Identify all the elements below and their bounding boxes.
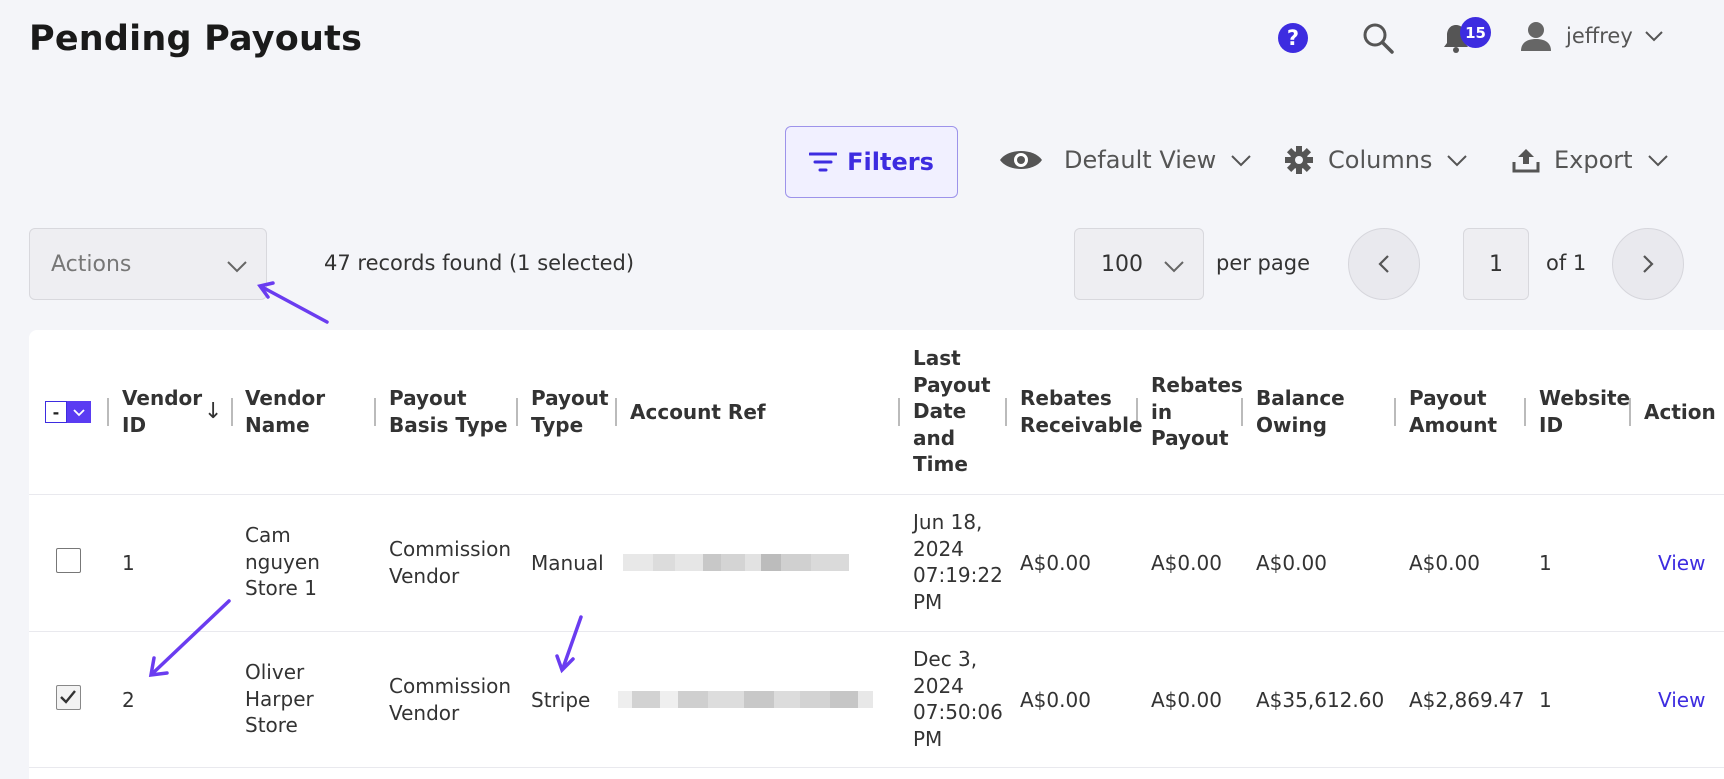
chevron-right-icon — [1643, 255, 1654, 273]
column-header-payout-type[interactable]: Payout Type — [531, 385, 609, 438]
column-header-rebates-in-payout[interactable]: Rebates in Payout — [1151, 372, 1243, 452]
column-header-action: Action — [1644, 400, 1716, 424]
chevron-down-icon — [1647, 155, 1668, 167]
balance-owing-cell: A$35,612.60 — [1256, 688, 1385, 712]
notification-badge: 15 — [1460, 17, 1491, 48]
chevron-down-icon — [73, 408, 85, 416]
rebates-receivable-cell: A$0.00 — [1020, 688, 1091, 712]
column-header-account-ref[interactable]: Account Ref — [630, 399, 766, 426]
columns-dropdown[interactable]: Columns — [1284, 138, 1468, 182]
column-separator — [231, 398, 233, 426]
last-payout-cell: Jun 18, 2024 07:19:22 PM — [913, 510, 1003, 614]
select-all-dropdown[interactable] — [67, 401, 91, 423]
chevron-down-icon — [1447, 155, 1468, 167]
gear-icon — [1285, 146, 1313, 174]
payout-type-cell: Manual — [531, 551, 604, 575]
column-separator — [1394, 398, 1396, 426]
column-header-payout-amount[interactable]: Payout Amount — [1409, 385, 1497, 438]
bulk-actions-placeholder: Actions — [51, 251, 132, 277]
default-view-dropdown[interactable]: Default View — [998, 138, 1252, 182]
row-checkbox[interactable] — [56, 548, 81, 573]
export-label: Export — [1554, 146, 1633, 174]
column-separator — [898, 398, 900, 426]
filters-label: Filters — [847, 148, 934, 176]
sort-descending-icon[interactable]: ↓ — [204, 399, 222, 426]
payout-type-cell: Stripe — [531, 688, 591, 712]
payout-basis-type-cell: Commission Vendor — [389, 537, 512, 588]
column-header-vendor-id[interactable]: Vendor ID — [122, 385, 202, 438]
website-id-cell: 1 — [1539, 688, 1552, 712]
column-header-website-id[interactable]: Website ID — [1539, 385, 1630, 438]
rebates-receivable-cell: A$0.00 — [1020, 551, 1091, 575]
eye-icon — [1000, 151, 1042, 169]
column-header-balance-owing[interactable]: Balance Owing — [1256, 385, 1345, 438]
last-payout-cell: Dec 3, 2024 07:50:06 PM — [913, 647, 1003, 751]
select-all-checkbox[interactable]: - — [45, 401, 91, 423]
user-name[interactable]: jeffrey — [1566, 24, 1633, 48]
column-separator — [615, 398, 617, 426]
row-divider — [29, 494, 1724, 495]
filters-button[interactable]: Filters — [785, 126, 958, 198]
view-link[interactable]: View — [1658, 688, 1705, 712]
select-all-indeterminate: - — [45, 401, 67, 423]
next-page-button[interactable] — [1612, 228, 1684, 300]
rebates-in-payout-cell: A$0.00 — [1151, 688, 1222, 712]
per-page-label: per page — [1216, 251, 1311, 275]
website-id-cell: 1 — [1539, 551, 1552, 575]
account-ref-redacted — [623, 554, 849, 571]
vendor-name-cell: Cam nguyen Store 1 — [245, 523, 320, 600]
column-header-last-payout[interactable]: Last Payout Date and Time — [913, 345, 991, 478]
column-separator — [374, 398, 376, 426]
row-checkbox[interactable] — [56, 685, 81, 710]
balance-owing-cell: A$0.00 — [1256, 551, 1327, 575]
column-header-vendor-name[interactable]: Vendor Name — [245, 385, 325, 438]
chevron-down-icon — [227, 261, 247, 273]
payout-amount-cell: A$0.00 — [1409, 551, 1480, 575]
payout-basis-type-cell: Commission Vendor — [389, 674, 512, 725]
chevron-down-icon — [1164, 261, 1184, 273]
vendor-id-cell: 1 — [122, 551, 135, 575]
per-page-select[interactable]: 100 — [1074, 228, 1204, 300]
user-avatar-icon[interactable] — [1520, 20, 1552, 52]
page-number-input[interactable]: 1 — [1463, 228, 1529, 300]
account-ref-redacted — [618, 691, 873, 708]
view-link[interactable]: View — [1658, 551, 1705, 575]
page-total: of 1 — [1546, 251, 1587, 275]
vendor-id-cell: 2 — [122, 688, 135, 712]
search-icon[interactable] — [1362, 22, 1394, 54]
page-title: Pending Payouts — [29, 19, 363, 59]
column-separator — [1005, 398, 1007, 426]
upload-icon — [1512, 149, 1540, 173]
column-header-rebates-receivable[interactable]: Rebates Receivable — [1020, 385, 1143, 438]
previous-page-button[interactable] — [1348, 228, 1420, 300]
chevron-left-icon — [1378, 255, 1389, 273]
columns-label: Columns — [1328, 146, 1433, 174]
chevron-down-icon[interactable] — [1644, 29, 1664, 43]
column-separator — [1524, 398, 1526, 426]
bulk-actions-select[interactable]: Actions — [29, 228, 267, 300]
export-dropdown[interactable]: Export — [1512, 138, 1669, 182]
checkmark-icon — [60, 690, 76, 704]
row-divider — [29, 767, 1724, 768]
records-count: 47 records found (1 selected) — [324, 251, 635, 275]
per-page-value: 100 — [1101, 251, 1143, 277]
payout-amount-cell: A$2,869.47 — [1409, 688, 1525, 712]
column-separator — [107, 398, 109, 426]
column-header-payout-basis-type[interactable]: Payout Basis Type — [389, 385, 508, 438]
row-divider — [29, 631, 1724, 632]
default-view-label: Default View — [1064, 146, 1217, 174]
vendor-name-cell: Oliver Harper Store — [245, 660, 314, 737]
rebates-in-payout-cell: A$0.00 — [1151, 551, 1222, 575]
filter-icon — [809, 152, 838, 172]
help-icon[interactable]: ? — [1278, 23, 1308, 53]
column-separator — [516, 398, 518, 426]
chevron-down-icon — [1231, 155, 1251, 167]
